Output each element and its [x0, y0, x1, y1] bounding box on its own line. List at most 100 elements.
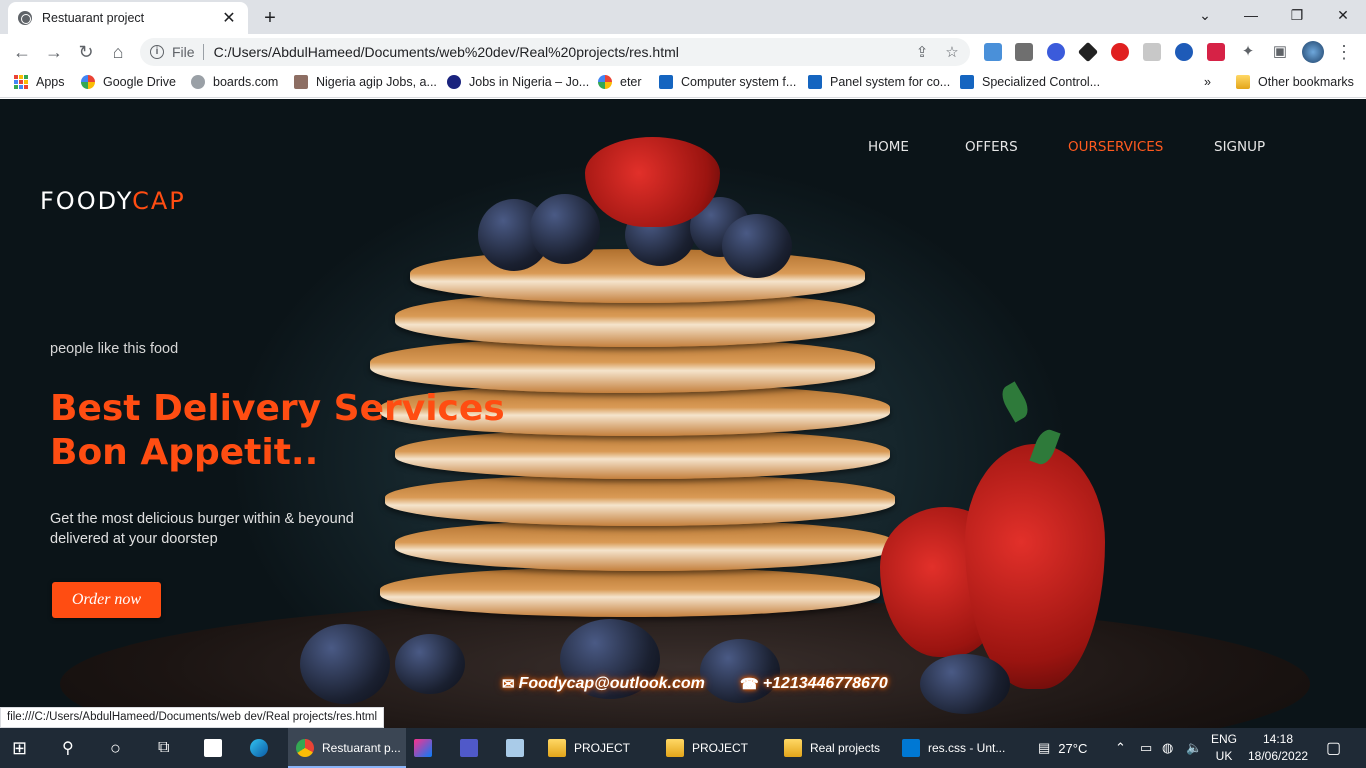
system-clock[interactable]: 14:18 18/06/2022 — [1248, 731, 1308, 765]
restaurant-hero: FOODYCAP HOME OFFERS OURSERVICES SIGNUP … — [0, 99, 1366, 728]
extension-icon[interactable] — [984, 43, 1002, 61]
tray-overflow-chevron-icon[interactable]: ⌃ — [1115, 728, 1126, 768]
omnibox-divider — [202, 44, 204, 60]
bookmark-specialized-control[interactable]: Specialized Control... — [960, 75, 1100, 89]
weather-widget[interactable]: ▤ 27°C — [1038, 728, 1087, 768]
bookmark-agip-jobs[interactable]: Nigeria agip Jobs, a... — [294, 75, 437, 89]
other-bookmarks-label: Other bookmarks — [1258, 75, 1354, 89]
url-text[interactable]: C:/Users/AbdulHameed/Documents/web%20dev… — [214, 44, 910, 60]
extension-icon[interactable] — [1175, 43, 1193, 61]
bookmark-label: Nigeria agip Jobs, a... — [316, 75, 437, 89]
teams-icon — [460, 739, 478, 757]
contact-email[interactable]: ✉ Foodycap@outlook.com — [502, 675, 705, 693]
pancake-shape — [395, 519, 895, 571]
blueberry-shape — [530, 194, 600, 264]
maximize-button[interactable]: ❐ — [1274, 4, 1320, 30]
bookmark-star-icon[interactable]: ☆ — [940, 43, 964, 61]
notes-icon — [506, 739, 524, 757]
pancake-shape — [385, 474, 895, 526]
folder-icon — [1236, 75, 1250, 89]
notes-app[interactable] — [506, 728, 532, 768]
notifications-icon[interactable]: ▢ — [1326, 728, 1341, 768]
profile-avatar[interactable] — [1302, 41, 1324, 63]
blueberry-shape — [300, 624, 390, 704]
language-indicator[interactable]: ENG UK — [1206, 731, 1242, 765]
forward-arrow-icon[interactable]: → — [42, 40, 66, 64]
intellij-icon — [414, 739, 432, 757]
close-window-button[interactable]: ✕ — [1320, 4, 1366, 30]
battery-icon[interactable]: ▭ — [1140, 728, 1152, 768]
mail-app[interactable] — [204, 728, 230, 768]
bookmark-boards[interactable]: boards.com — [191, 75, 278, 89]
teams-app[interactable] — [460, 728, 486, 768]
taskbar-app-label: PROJECT — [692, 741, 749, 755]
extension-help-icon[interactable] — [1015, 43, 1033, 61]
edge-app[interactable] — [250, 728, 276, 768]
headline-line-2: Bon Appetit.. — [50, 432, 319, 473]
new-tab-button[interactable]: + — [257, 6, 283, 32]
hero-headline: Best Delivery Services Bon Appetit.. — [50, 387, 505, 475]
taskbar-vscode-window[interactable]: res.css - Unt... — [902, 728, 1005, 768]
bookmark-computer-system[interactable]: Computer system f... — [659, 75, 796, 89]
intellij-app[interactable] — [414, 728, 440, 768]
home-icon[interactable]: ⌂ — [106, 40, 130, 64]
search-icon[interactable]: ⚲ — [62, 728, 74, 768]
tab-close-icon[interactable]: ✕ — [220, 8, 238, 28]
window-chevron-down-icon[interactable]: ⌄ — [1182, 4, 1228, 30]
cortana-icon[interactable]: ○ — [110, 728, 121, 768]
taskbar-folder-project-1[interactable]: PROJECT — [548, 728, 630, 768]
puzzle-extensions-icon[interactable]: ✦ — [1236, 40, 1260, 64]
address-bar[interactable]: i File C:/Users/AbdulHameed/Documents/we… — [140, 38, 970, 66]
site-logo[interactable]: FOODYCAP — [40, 187, 186, 215]
taskbar: ⊞ ⚲ ○ ⧉ Restuarant p... PROJECT PROJECT … — [0, 728, 1366, 768]
extension-git-icon[interactable] — [1077, 41, 1099, 63]
clock-date: 18/06/2022 — [1248, 749, 1309, 763]
mail-icon — [204, 739, 222, 757]
nav-ourservices-link[interactable]: OURSERVICES — [1068, 139, 1163, 155]
minimize-button[interactable]: — — [1228, 4, 1274, 30]
bookmark-panel-system[interactable]: Panel system for co... — [808, 75, 950, 89]
windows-start-icon[interactable]: ⊞ — [12, 728, 27, 768]
contact-phone[interactable]: ☎ +1213446778670 — [740, 675, 888, 693]
url-scheme: File — [172, 44, 195, 60]
bookmark-apps[interactable]: Apps — [14, 75, 65, 89]
bookmark-eter[interactable]: eter — [598, 75, 642, 89]
share-icon[interactable]: ⇪ — [910, 43, 934, 61]
volume-icon[interactable]: 🔈 — [1186, 728, 1202, 768]
bookmark-jobs-nigeria[interactable]: Jobs in Nigeria – Jo... — [447, 75, 589, 89]
side-panel-icon[interactable]: ▣ — [1268, 40, 1292, 64]
nav-home-link[interactable]: HOME — [868, 139, 909, 155]
browser-menu-icon[interactable]: ⋮ — [1332, 40, 1356, 64]
extension-icon[interactable] — [1207, 43, 1225, 61]
taskbar-folder-project-2[interactable]: PROJECT — [666, 728, 748, 768]
extension-icon[interactable] — [1143, 43, 1161, 61]
taskbar-chrome-window[interactable]: Restuarant p... — [288, 728, 406, 768]
nav-signup-link[interactable]: SIGNUP — [1214, 139, 1265, 155]
taskbar-folder-real-projects[interactable]: Real projects — [784, 728, 880, 768]
bookmarks-overflow-button[interactable]: » — [1204, 75, 1211, 89]
chrome-icon — [296, 739, 314, 757]
order-now-button[interactable]: Order now — [52, 582, 161, 618]
nav-offers-link[interactable]: OFFERS — [965, 139, 1018, 155]
globe-icon — [191, 75, 205, 89]
taskbar-app-label: Real projects — [810, 741, 881, 755]
bookmark-label: Computer system f... — [681, 75, 797, 89]
task-view-icon[interactable]: ⧉ — [158, 728, 169, 768]
browser-tab[interactable]: Restuarant project ✕ — [8, 2, 248, 34]
reload-icon[interactable]: ↻ — [74, 40, 98, 64]
back-arrow-icon[interactable]: ← — [10, 40, 34, 64]
language-line-2: UK — [1215, 749, 1233, 763]
bookmark-google-drive[interactable]: Google Drive — [81, 75, 176, 89]
vscode-icon — [902, 739, 920, 757]
bookmark-label: Panel system for co... — [830, 75, 951, 89]
info-icon[interactable]: i — [150, 45, 164, 59]
language-line-1: ENG — [1210, 732, 1237, 746]
blueberry-shape — [395, 634, 465, 694]
extension-adblock-icon[interactable] — [1111, 43, 1129, 61]
network-globe-icon[interactable]: ◍ — [1162, 728, 1173, 768]
document-icon — [808, 75, 822, 89]
other-bookmarks[interactable]: Other bookmarks — [1236, 75, 1354, 89]
taskbar-app-label: res.css - Unt... — [928, 741, 1006, 755]
leaf-shape — [997, 381, 1033, 423]
extension-icon[interactable] — [1047, 43, 1065, 61]
